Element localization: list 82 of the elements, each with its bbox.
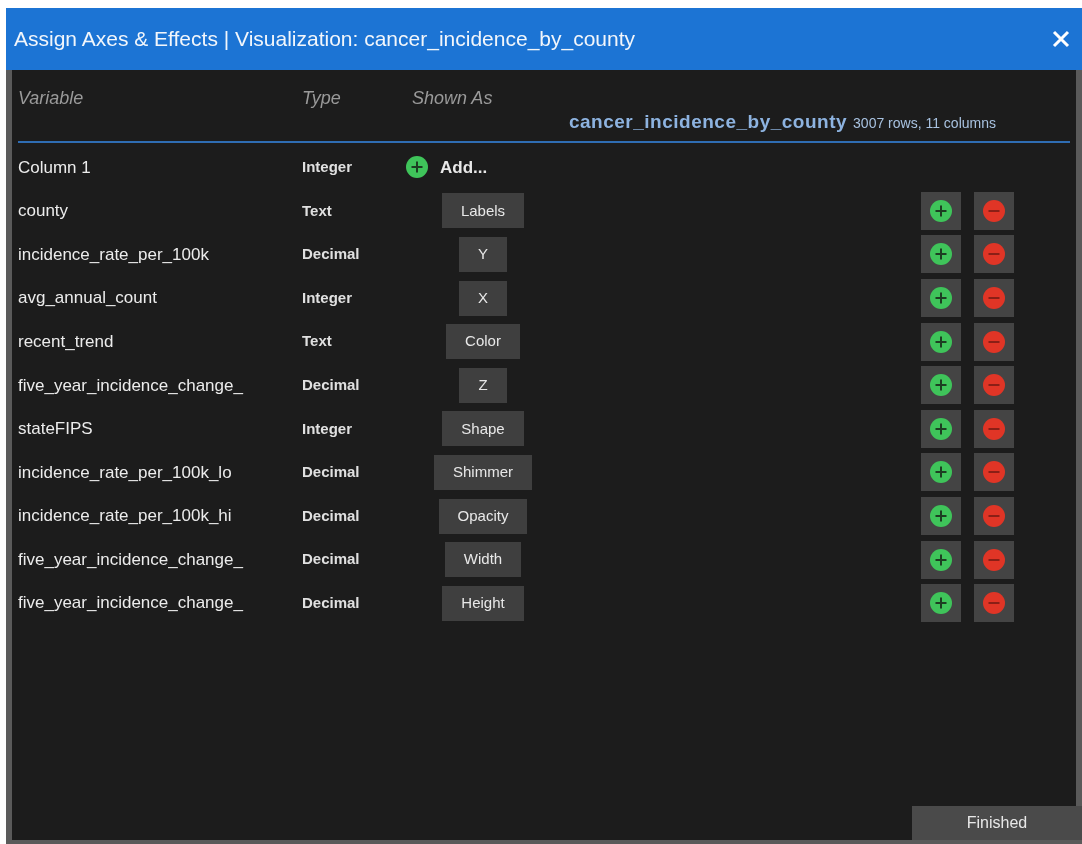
variable-name: incidence_rate_per_100k_hi	[18, 505, 233, 528]
remove-row-button[interactable]	[974, 409, 1014, 448]
remove-row-button[interactable]	[974, 235, 1014, 274]
remove-row-button[interactable]	[974, 453, 1014, 492]
minus-icon	[983, 505, 1005, 528]
shown-as-button[interactable]: Shape	[442, 411, 524, 447]
add-row-button[interactable]	[921, 279, 961, 318]
plus-icon	[930, 505, 952, 528]
variable-name: incidence_rate_per_100k_lo	[18, 461, 233, 484]
shown-as-button[interactable]: X	[459, 280, 507, 316]
add-row-button[interactable]	[921, 366, 961, 405]
plus-icon	[930, 548, 952, 571]
add-row-button[interactable]	[921, 191, 961, 230]
minus-icon	[983, 548, 1005, 571]
type-label: Decimal	[302, 244, 361, 265]
remove-row-button[interactable]	[974, 497, 1014, 536]
remove-row-button[interactable]	[974, 584, 1014, 623]
add-row-button[interactable]	[921, 322, 961, 361]
plus-icon	[930, 199, 952, 222]
variable-name: five_year_incidence_change_	[18, 592, 244, 615]
minus-icon	[983, 461, 1005, 484]
add-button[interactable]: Add...	[406, 154, 488, 181]
plus-icon	[930, 287, 952, 310]
window-title: Assign Axes & Effects | Visualization: cancer_incidence_by_county	[14, 26, 636, 53]
plus-icon	[930, 330, 952, 353]
minus-icon	[983, 243, 1005, 266]
variable-name: county	[18, 200, 70, 223]
plus-icon	[406, 156, 428, 179]
shown-as-button[interactable]: Labels	[441, 193, 525, 229]
shown-as-button[interactable]: Z	[459, 367, 507, 403]
add-row-button[interactable]	[921, 453, 961, 492]
variable-name: stateFIPS	[18, 418, 94, 441]
shown-as-button[interactable]: Width	[444, 542, 522, 578]
shown-as-button[interactable]: Shimmer	[434, 454, 532, 490]
finished-button[interactable]: Finished	[912, 806, 1082, 840]
type-label: Integer	[302, 287, 353, 308]
remove-row-button[interactable]	[974, 366, 1014, 405]
type-label: Integer	[302, 157, 353, 178]
variable-name: avg_annual_count	[18, 287, 158, 310]
remove-row-button[interactable]	[974, 191, 1014, 230]
add-row-button[interactable]	[921, 540, 961, 579]
plus-icon	[930, 243, 952, 266]
minus-icon	[983, 330, 1005, 353]
type-label: Decimal	[302, 375, 361, 395]
type-label: Text	[302, 200, 333, 221]
column-header: Shown As	[412, 86, 493, 110]
type-label: Decimal	[302, 462, 361, 483]
type-label: Decimal	[302, 505, 361, 526]
plus-icon	[930, 417, 952, 440]
minus-icon	[983, 287, 1005, 310]
add-row-button[interactable]	[921, 409, 961, 448]
column-header: Variable	[18, 86, 85, 110]
type-label: Integer	[302, 418, 353, 439]
variable-name: Column 1	[18, 156, 92, 179]
shown-as-button[interactable]: Opacity	[438, 498, 528, 534]
column-header: Type	[302, 86, 342, 110]
shown-as-button[interactable]: Color	[446, 324, 520, 360]
plus-icon	[930, 592, 952, 615]
minus-icon	[983, 417, 1005, 440]
minus-icon	[983, 374, 1005, 397]
add-row-button[interactable]	[921, 584, 961, 623]
minus-icon	[983, 592, 1005, 615]
shown-as-button[interactable]: Height	[442, 585, 524, 621]
add-row-button[interactable]	[921, 235, 961, 274]
variable-name: five_year_incidence_change_	[18, 548, 244, 571]
add-row-button[interactable]	[921, 497, 961, 536]
variable-name: five_year_incidence_change_	[18, 374, 244, 397]
shown-as-button[interactable]: Y	[459, 237, 507, 272]
remove-row-button[interactable]	[974, 279, 1014, 318]
close-icon[interactable]	[1052, 30, 1070, 48]
plus-icon	[930, 461, 952, 484]
type-label: Decimal	[302, 593, 361, 613]
type-label: Decimal	[302, 549, 361, 570]
variable-name: recent_trend	[18, 330, 115, 353]
remove-row-button[interactable]	[974, 540, 1014, 579]
dataset-summary: 3007 rows, 11 columns	[853, 114, 996, 133]
dataset-name: cancer_incidence_by_county	[569, 110, 848, 134]
variable-name: incidence_rate_per_100k	[18, 243, 210, 266]
remove-row-button[interactable]	[974, 322, 1014, 361]
type-label: Text	[302, 331, 333, 352]
plus-icon	[930, 374, 952, 397]
minus-icon	[983, 199, 1005, 222]
